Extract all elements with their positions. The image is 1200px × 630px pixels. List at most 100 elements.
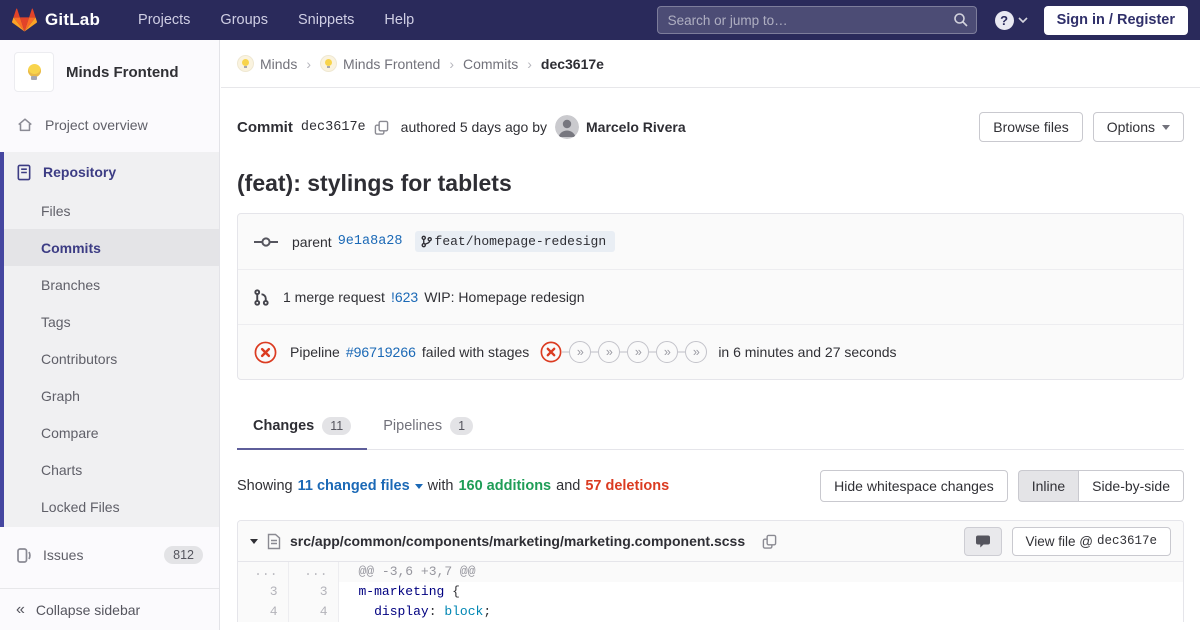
caret-down-icon — [1162, 125, 1170, 130]
file-diff-header: src/app/common/components/marketing/mark… — [238, 521, 1183, 562]
browse-files-button[interactable]: Browse files — [979, 112, 1082, 142]
commit-header-row: Commit dec3617e authored 5 days ago by M… — [237, 112, 1184, 142]
breadcrumb-separator: › — [527, 56, 532, 72]
group-avatar-icon — [237, 55, 254, 72]
project-title: Minds Frontend — [66, 64, 179, 81]
search-icon — [953, 12, 969, 33]
diff-view-toggle: Inline Side-by-side — [1018, 470, 1184, 502]
gitlab-tanuki-icon — [12, 8, 37, 32]
merge-request-row: 1 merge request !623 WIP: Homepage redes… — [238, 269, 1183, 324]
copy-sha-button[interactable] — [374, 120, 389, 135]
parent-row: parent 9e1a8a28 feat/homepage-redesign — [238, 214, 1183, 269]
nav-projects[interactable]: Projects — [138, 12, 190, 28]
document-icon — [16, 164, 32, 181]
new-line-number[interactable]: 4 — [288, 602, 338, 622]
merge-request-text: 1 merge request — [283, 289, 385, 305]
old-line-number[interactable]: 3 — [238, 582, 288, 602]
pipeline-duration-text: in 6 minutes and 27 seconds — [718, 344, 896, 360]
git-branch-icon — [421, 235, 432, 248]
breadcrumb-separator: › — [306, 56, 311, 72]
diff-code-line: 3 3 m-marketing { — [238, 582, 1183, 602]
diff-code-line: 4 4 display: block; — [238, 602, 1183, 622]
commit-sha: dec3617e — [301, 120, 366, 135]
changes-count-badge: 11 — [322, 417, 351, 435]
commit-title: (feat): stylings for tablets — [237, 170, 1184, 197]
search-input[interactable] — [657, 6, 977, 34]
merge-request-title: WIP: Homepage redesign — [424, 289, 584, 305]
pipeline-id-link[interactable]: #96719266 — [346, 344, 416, 360]
sidebar-item-project-overview[interactable]: Project overview — [0, 106, 219, 144]
home-icon — [16, 116, 34, 134]
stage-skipped-icon[interactable]: » — [685, 341, 707, 363]
copy-file-path-button[interactable] — [762, 534, 777, 549]
gitlab-logo[interactable]: GitLab — [12, 8, 100, 32]
project-context[interactable]: Minds Frontend — [0, 40, 219, 106]
nav-help[interactable]: Help — [384, 12, 414, 28]
collapse-file-caret-icon[interactable] — [250, 539, 258, 544]
pipeline-label: Pipeline — [290, 344, 340, 360]
sidebar-item-files[interactable]: Files — [4, 192, 219, 229]
merge-request-link[interactable]: !623 — [391, 289, 418, 305]
stage-failed-icon[interactable] — [540, 341, 562, 363]
view-file-button[interactable]: View file @ dec3617e — [1012, 527, 1172, 556]
inline-view-button[interactable]: Inline — [1018, 470, 1078, 502]
toggle-comments-button[interactable] — [964, 527, 1002, 556]
additions-count: 160 additions — [458, 478, 551, 494]
stage-skipped-icon[interactable]: » — [598, 341, 620, 363]
sidebar-item-repository[interactable]: Repository — [4, 152, 219, 192]
with-text: with — [428, 478, 454, 494]
hide-whitespace-button[interactable]: Hide whitespace changes — [820, 470, 1008, 502]
search-box — [657, 6, 977, 34]
question-mark-icon: ? — [995, 11, 1014, 30]
diff-table: ... ... @@ -3,6 +3,7 @@ 3 3 m-marketing … — [238, 562, 1183, 622]
file-path[interactable]: src/app/common/components/marketing/mark… — [290, 533, 745, 549]
changed-files-dropdown[interactable]: 11 changed files — [298, 478, 423, 494]
tab-pipelines[interactable]: Pipelines 1 — [367, 404, 489, 449]
pipeline-failed-icon — [254, 341, 277, 364]
nav-snippets[interactable]: Snippets — [298, 12, 354, 28]
options-dropdown-button[interactable]: Options — [1093, 112, 1184, 142]
breadcrumb-minds-frontend[interactable]: Minds Frontend — [320, 55, 440, 72]
breadcrumb-commits[interactable]: Commits — [463, 56, 518, 72]
sign-in-register-button[interactable]: Sign in / Register — [1044, 6, 1188, 35]
pipeline-row: Pipeline #96719266 failed with stages » … — [238, 324, 1183, 379]
issues-icon — [16, 547, 32, 564]
sidebar-item-compare[interactable]: Compare — [4, 414, 219, 451]
breadcrumb-minds[interactable]: Minds — [237, 55, 297, 72]
sidebar-item-locked-files[interactable]: Locked Files — [4, 488, 219, 525]
author-name[interactable]: Marcelo Rivera — [586, 119, 686, 135]
sidebar-item-graph[interactable]: Graph — [4, 377, 219, 414]
stage-skipped-icon[interactable]: » — [656, 341, 678, 363]
sidebar-item-charts[interactable]: Charts — [4, 451, 219, 488]
branch-badge[interactable]: feat/homepage-redesign — [415, 231, 616, 252]
sidebar-item-tags[interactable]: Tags — [4, 303, 219, 340]
diff-summary-row: Showing 11 changed files with 160 additi… — [237, 470, 1184, 502]
stage-skipped-icon[interactable]: » — [569, 341, 591, 363]
new-line-number[interactable]: 3 — [288, 582, 338, 602]
nav-groups[interactable]: Groups — [220, 12, 268, 28]
commit-label: Commit — [237, 119, 293, 136]
project-avatar — [14, 52, 54, 92]
collapse-sidebar-button[interactable]: « Collapse sidebar — [0, 588, 219, 630]
logo-wordmark: GitLab — [45, 10, 100, 30]
file-icon — [267, 533, 281, 550]
breadcrumb: Minds › Minds Frontend › Commits › dec36… — [221, 40, 1200, 88]
top-navigation-bar: GitLab Projects Groups Snippets Help ? S… — [0, 0, 1200, 40]
sidebar-item-branches[interactable]: Branches — [4, 266, 219, 303]
help-dropdown[interactable]: ? — [995, 11, 1028, 30]
and-text: and — [556, 478, 580, 494]
caret-down-icon — [415, 484, 423, 489]
sidebar-item-commits[interactable]: Commits — [4, 229, 219, 266]
tab-changes[interactable]: Changes 11 — [237, 404, 367, 449]
parent-sha-link[interactable]: 9e1a8a28 — [338, 234, 403, 249]
sidebar-item-contributors[interactable]: Contributors — [4, 340, 219, 377]
old-line-number[interactable]: ... — [238, 562, 288, 582]
sidebar-item-issues[interactable]: Issues 812 — [0, 536, 219, 574]
new-line-number[interactable]: ... — [288, 562, 338, 582]
side-by-side-view-button[interactable]: Side-by-side — [1078, 470, 1184, 502]
project-avatar-icon — [320, 55, 337, 72]
old-line-number[interactable]: 4 — [238, 602, 288, 622]
pipeline-mini-graph: » » » » » — [540, 341, 707, 363]
stage-skipped-icon[interactable]: » — [627, 341, 649, 363]
file-diff-panel: src/app/common/components/marketing/mark… — [237, 520, 1184, 622]
